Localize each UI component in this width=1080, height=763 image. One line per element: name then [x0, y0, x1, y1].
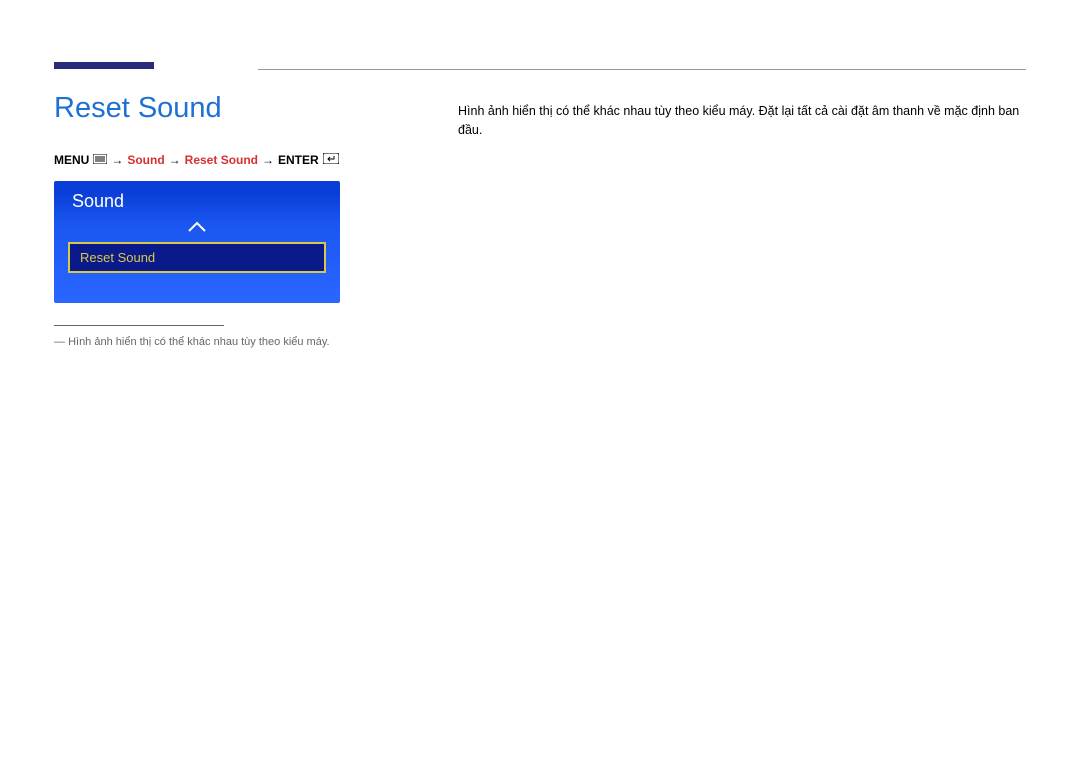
breadcrumb-sound: Sound	[127, 153, 164, 167]
scroll-up-icon[interactable]	[54, 218, 340, 242]
breadcrumb-reset-sound: Reset Sound	[185, 153, 258, 167]
footnote-divider	[54, 325, 224, 326]
osd-item-reset-sound[interactable]: Reset Sound	[68, 242, 326, 273]
footnote: ― Hình ảnh hiển thị có thể khác nhau tùy…	[54, 336, 374, 348]
accent-bar	[54, 62, 154, 69]
page-title: Reset Sound	[54, 92, 374, 125]
arrow-icon: →	[169, 153, 181, 167]
enter-icon	[323, 153, 339, 167]
osd-header: Sound	[54, 181, 340, 218]
body-text: Hình ảnh hiển thị có thể khác nhau tùy t…	[458, 102, 1026, 140]
footnote-text: Hình ảnh hiển thị có thể khác nhau tùy t…	[68, 336, 330, 348]
breadcrumb-enter: ENTER	[278, 153, 319, 167]
top-divider	[258, 69, 1026, 70]
left-column: Reset Sound MENU → Sound → Reset Sound →…	[54, 92, 374, 348]
arrow-icon: →	[262, 153, 274, 167]
arrow-icon: →	[111, 153, 123, 167]
footnote-dash: ―	[54, 336, 65, 348]
breadcrumb: MENU → Sound → Reset Sound → ENTER	[54, 153, 374, 167]
breadcrumb-menu: MENU	[54, 153, 89, 167]
osd-panel: Sound Reset Sound	[54, 181, 340, 303]
menu-icon	[93, 153, 107, 167]
